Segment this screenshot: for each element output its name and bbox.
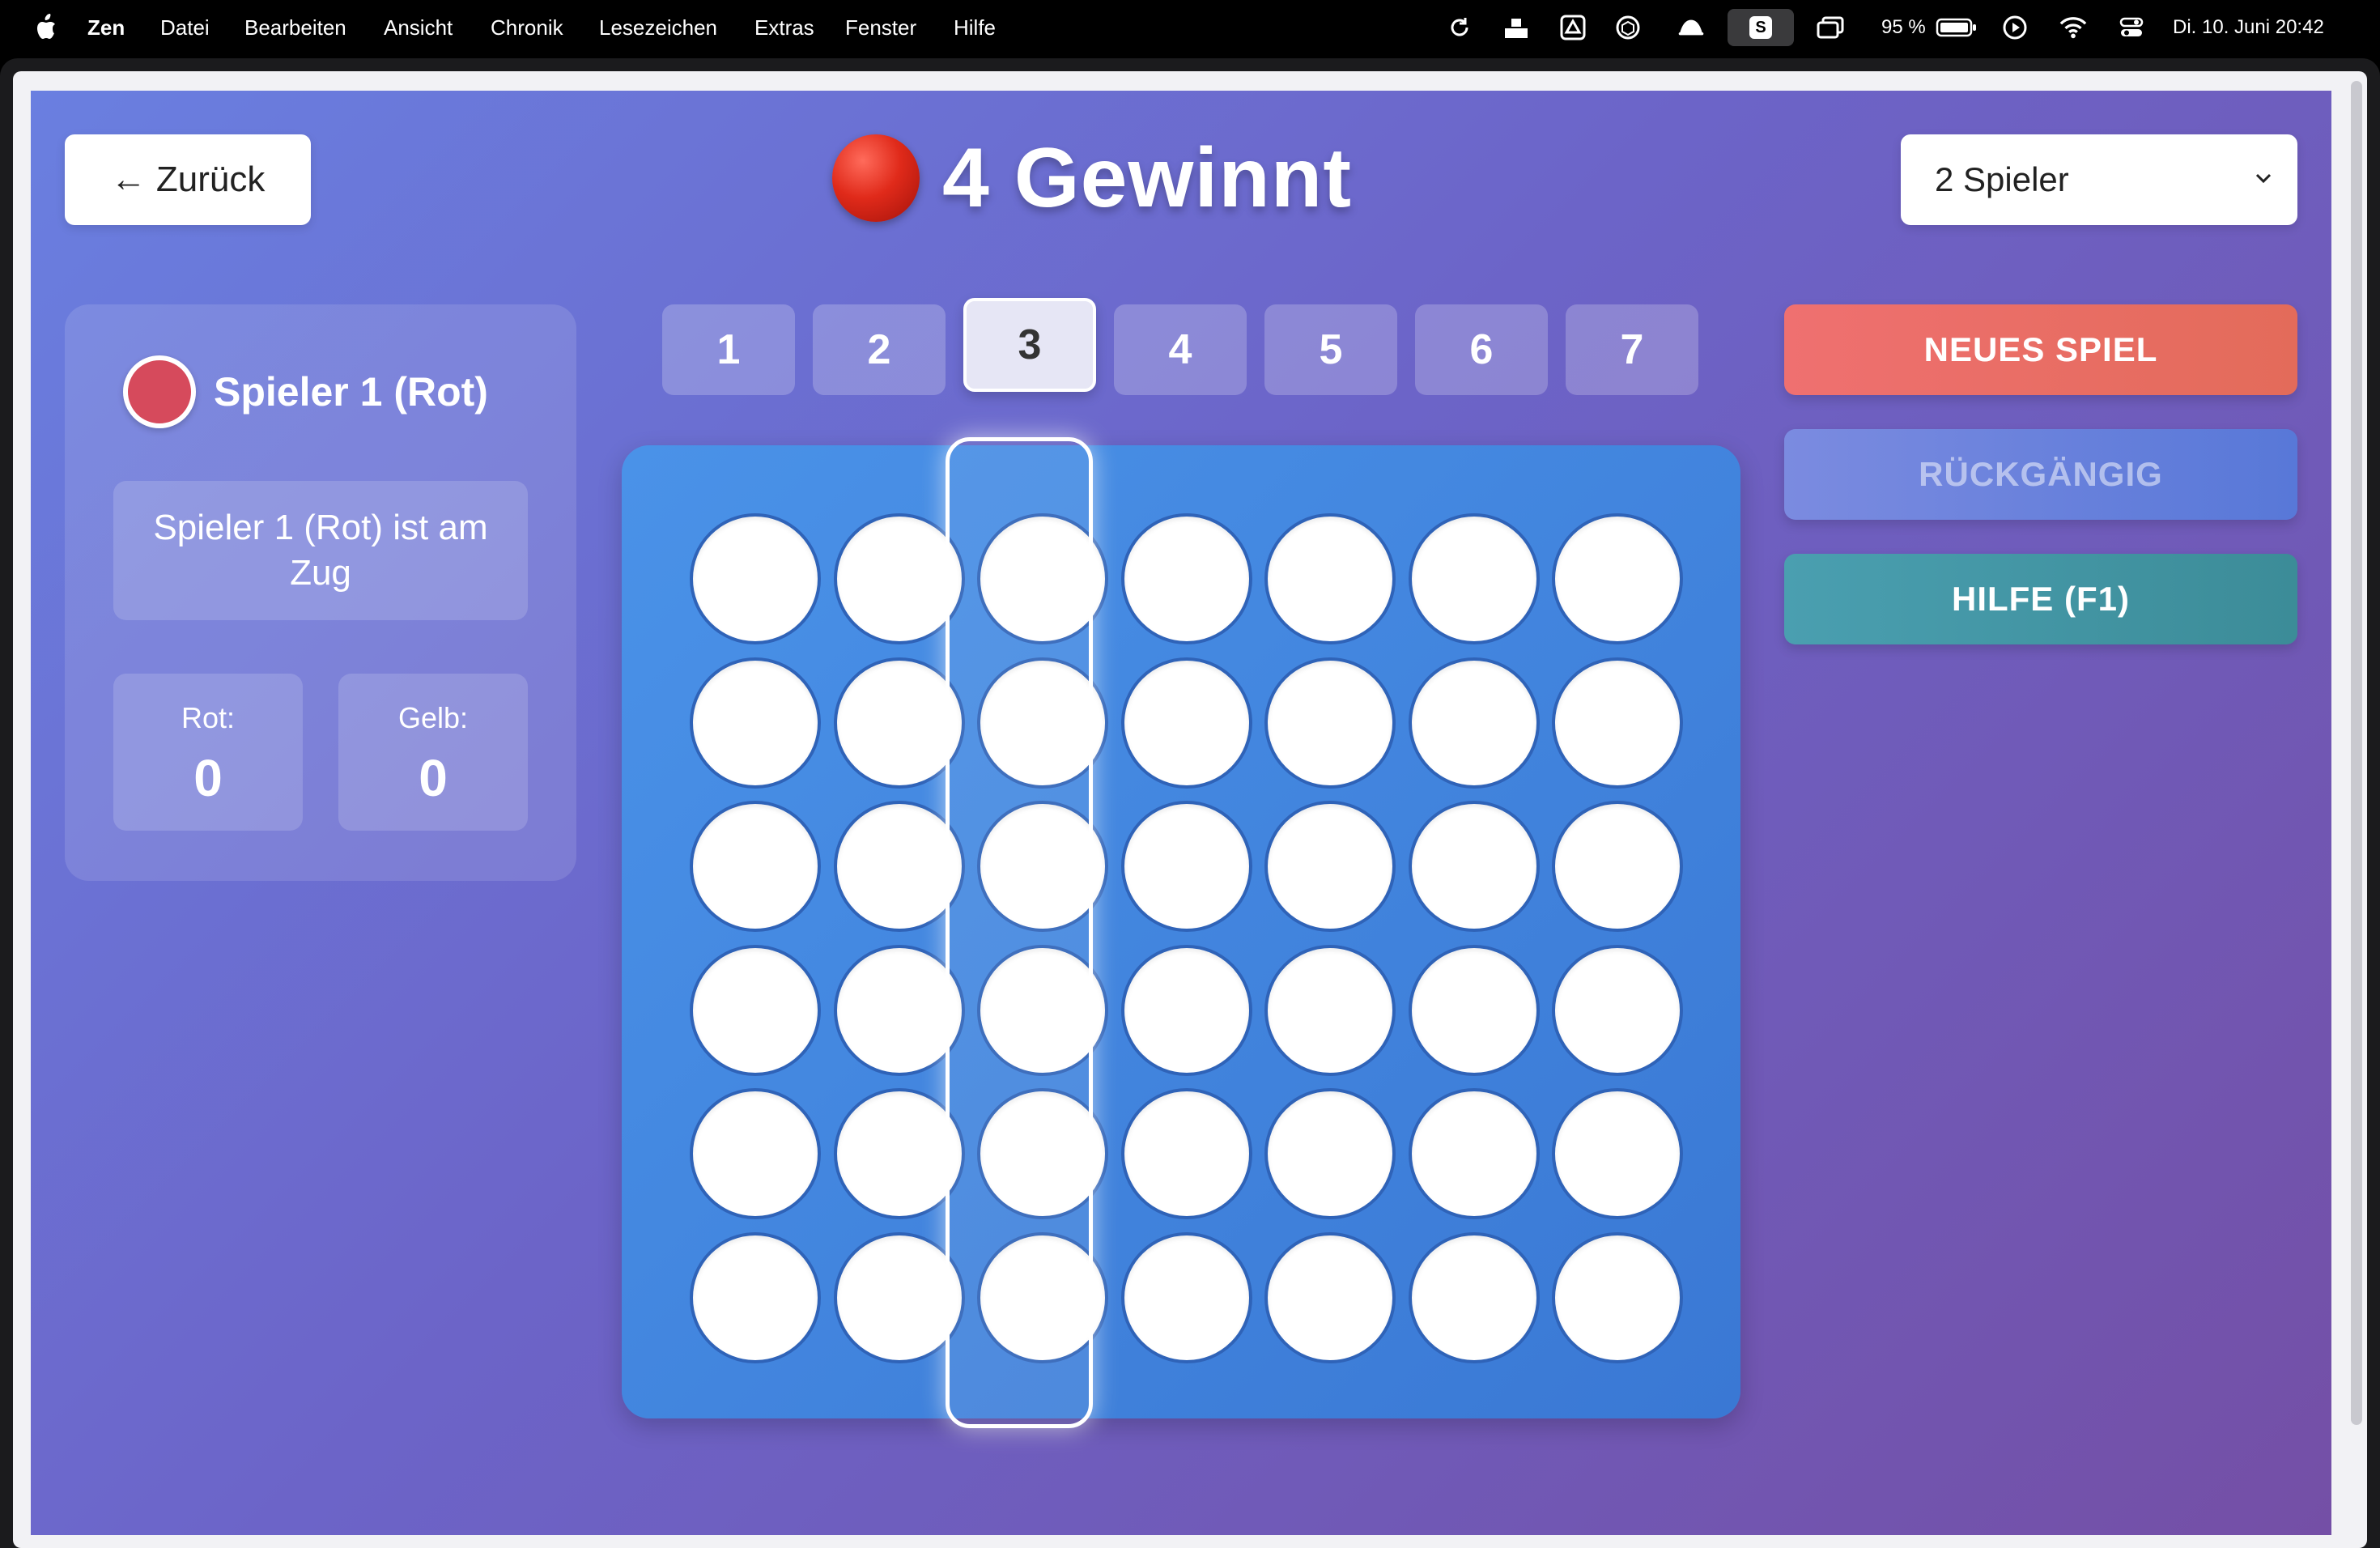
drive-icon[interactable] xyxy=(1559,14,1587,41)
selected-column-highlight[interactable] xyxy=(946,437,1093,1428)
menu-bearbeiten[interactable]: Bearbeiten xyxy=(244,0,346,55)
clock[interactable]: Di. 10. Juni 20:42 xyxy=(2173,0,2324,55)
player-color-chip xyxy=(123,355,196,428)
menu-hilfe[interactable]: Hilfe xyxy=(954,0,996,55)
player-mode-select[interactable]: 2 Spieler xyxy=(1901,134,2297,225)
battery-icon[interactable] xyxy=(1935,14,1978,41)
board-cell[interactable] xyxy=(690,513,821,644)
window-switcher-icon[interactable] xyxy=(1817,14,1844,41)
undo-button[interactable]: RÜCKGÄNGIG xyxy=(1784,429,2297,520)
board-cell[interactable] xyxy=(1120,801,1252,932)
board-cell[interactable] xyxy=(1264,1088,1396,1219)
column-button-5[interactable]: 5 xyxy=(1264,304,1397,395)
red-ball-icon xyxy=(832,134,920,222)
board-cell[interactable] xyxy=(1120,1231,1252,1363)
score-red-label: Rot: xyxy=(181,701,236,734)
turn-status: Spieler 1 (Rot) ist am Zug xyxy=(113,481,528,620)
score-yellow-value: 0 xyxy=(419,749,448,807)
board-cell[interactable] xyxy=(1552,657,1683,789)
board-cell[interactable] xyxy=(1408,513,1540,644)
s-app-icon[interactable]: S xyxy=(1728,9,1794,46)
column-button-4[interactable]: 4 xyxy=(1114,304,1247,395)
column-button-6[interactable]: 6 xyxy=(1415,304,1548,395)
wifi-icon[interactable] xyxy=(2059,14,2087,41)
player-info-panel: Spieler 1 (Rot) Spieler 1 (Rot) ist am Z… xyxy=(65,304,576,881)
control-center-icon[interactable] xyxy=(2118,14,2145,41)
board-cell[interactable] xyxy=(1552,801,1683,932)
board-cell[interactable] xyxy=(1264,801,1396,932)
board-cell[interactable] xyxy=(1408,1088,1540,1219)
board-cell[interactable] xyxy=(1408,944,1540,1076)
help-button[interactable]: HILFE (F1) xyxy=(1784,554,2297,644)
board-cell[interactable] xyxy=(1408,657,1540,789)
column-button-7[interactable]: 7 xyxy=(1566,304,1698,395)
board-cell[interactable] xyxy=(1552,513,1683,644)
menu-fenster[interactable]: Fenster xyxy=(845,0,916,55)
board-cell[interactable] xyxy=(690,944,821,1076)
chevron-down-icon xyxy=(2255,173,2272,184)
score-red: Rot: 0 xyxy=(113,674,303,831)
title-text: 4 Gewinnt xyxy=(942,130,1352,225)
board-cell[interactable] xyxy=(1264,1231,1396,1363)
upload-tray-icon[interactable] xyxy=(1502,14,1530,41)
board-cell[interactable] xyxy=(1408,801,1540,932)
new-game-button[interactable]: NEUES SPIEL xyxy=(1784,304,2297,395)
incognito-icon[interactable] xyxy=(1677,14,1705,41)
board-cell[interactable] xyxy=(1552,1231,1683,1363)
column-button-1[interactable]: 1 xyxy=(662,304,795,395)
sync-icon[interactable] xyxy=(1446,14,1473,41)
menu-bar: Zen Datei Bearbeiten Ansicht Chronik Les… xyxy=(0,0,2380,55)
apple-logo-icon[interactable] xyxy=(32,11,62,44)
score-yellow-label: Gelb: xyxy=(397,701,469,734)
back-button[interactable]: ← Zurück xyxy=(65,134,311,225)
board-cell[interactable] xyxy=(1264,657,1396,789)
board-cell[interactable] xyxy=(1264,944,1396,1076)
board-cell[interactable] xyxy=(1120,1088,1252,1219)
media-play-icon[interactable] xyxy=(2001,14,2029,41)
score-yellow: Gelb: 0 xyxy=(338,674,528,831)
menu-chronik[interactable]: Chronik xyxy=(491,0,563,55)
scrollbar[interactable] xyxy=(2351,81,2362,1425)
column-button-2[interactable]: 2 xyxy=(813,304,946,395)
menu-ansicht[interactable]: Ansicht xyxy=(384,0,453,55)
menu-lesezeichen[interactable]: Lesezeichen xyxy=(599,0,717,55)
menu-app-name[interactable]: Zen xyxy=(87,0,125,55)
board-cell[interactable] xyxy=(1264,513,1396,644)
board-cell[interactable] xyxy=(690,1088,821,1219)
board-cell[interactable] xyxy=(1120,513,1252,644)
board-cell[interactable] xyxy=(1552,944,1683,1076)
menu-datei[interactable]: Datei xyxy=(160,0,210,55)
board-cell[interactable] xyxy=(690,801,821,932)
chatgpt-icon[interactable] xyxy=(1614,14,1642,41)
score-red-value: 0 xyxy=(193,749,223,807)
menu-extras[interactable]: Extras xyxy=(754,0,814,55)
battery-percent: 95 % xyxy=(1881,16,1926,38)
board-cell[interactable] xyxy=(1120,944,1252,1076)
s-badge: S xyxy=(1749,16,1772,39)
current-player-name: Spieler 1 (Rot) xyxy=(214,369,488,415)
current-player: Spieler 1 (Rot) xyxy=(123,353,488,431)
board-cell[interactable] xyxy=(690,1231,821,1363)
board-cell[interactable] xyxy=(1552,1088,1683,1219)
game-page: ← Zurück 4 Gewinnt 2 Spieler Spieler 1 (… xyxy=(31,91,2331,1535)
board-cell[interactable] xyxy=(690,657,821,789)
board-cell[interactable] xyxy=(1408,1231,1540,1363)
mode-selected-value: 2 Spieler xyxy=(1935,160,2069,198)
column-button-3[interactable]: 3 xyxy=(963,298,1096,392)
board-cell[interactable] xyxy=(1120,657,1252,789)
page-title: 4 Gewinnt xyxy=(832,130,1352,227)
